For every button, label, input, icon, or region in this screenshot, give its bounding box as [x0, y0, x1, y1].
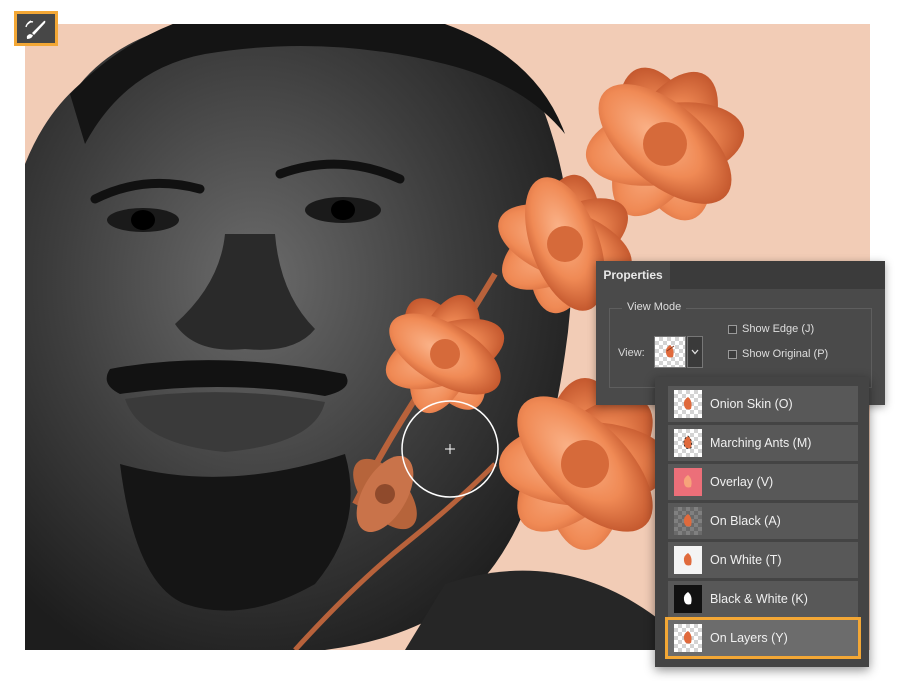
menu-item-on-black[interactable]: On Black (A) — [668, 503, 858, 539]
chevron-down-icon — [691, 349, 699, 355]
show-edge-label: Show Edge (J) — [742, 323, 815, 335]
show-original-label: Show Original (P) — [742, 348, 829, 360]
menu-item-label: Black & White (K) — [710, 592, 808, 606]
show-edge-checkbox[interactable] — [728, 324, 737, 334]
menu-item-label: Onion Skin (O) — [710, 397, 793, 411]
tab-properties[interactable]: Properties — [596, 261, 670, 289]
menu-item-marching-ants[interactable]: Marching Ants (M) — [668, 425, 858, 461]
on-black-thumbnail-icon — [674, 507, 702, 535]
brush-icon — [25, 19, 46, 39]
menu-item-label: On Black (A) — [710, 514, 781, 528]
menu-item-label: On Layers (Y) — [710, 631, 788, 645]
black-and-white-thumbnail-icon — [674, 585, 702, 613]
onion-skin-thumbnail-icon — [674, 390, 702, 418]
menu-item-black-and-white[interactable]: Black & White (K) — [668, 581, 858, 617]
view-mode-menu: Onion Skin (O) Marching Ants (M) Overlay… — [655, 377, 869, 667]
menu-item-on-layers[interactable]: On Layers (Y) — [665, 617, 861, 659]
view-mode-dropdown[interactable] — [687, 336, 703, 368]
show-edge-option[interactable]: Show Edge (J) — [728, 321, 814, 337]
show-original-option[interactable]: Show Original (P) — [728, 346, 828, 362]
menu-item-label: On White (T) — [710, 553, 782, 567]
show-original-checkbox[interactable] — [728, 349, 737, 359]
view-mode-thumbnail[interactable] — [654, 336, 686, 368]
view-label: View: — [618, 347, 645, 359]
view-mode-label: View Mode — [622, 300, 687, 314]
select-and-mask-tool-button[interactable] — [14, 11, 58, 46]
menu-item-on-white[interactable]: On White (T) — [668, 542, 858, 578]
on-layers-thumbnail-icon — [674, 624, 702, 652]
on-white-thumbnail-icon — [674, 546, 702, 574]
menu-item-overlay[interactable]: Overlay (V) — [668, 464, 858, 500]
menu-item-label: Overlay (V) — [710, 475, 774, 489]
overlay-thumbnail-icon — [674, 468, 702, 496]
marching-ants-thumbnail-icon — [674, 429, 702, 457]
menu-item-onion-skin[interactable]: Onion Skin (O) — [668, 386, 858, 422]
panel-tab-bar: Properties — [596, 261, 885, 289]
menu-item-label: Marching Ants (M) — [710, 436, 812, 450]
flower-thumbnail-icon — [665, 345, 675, 358]
